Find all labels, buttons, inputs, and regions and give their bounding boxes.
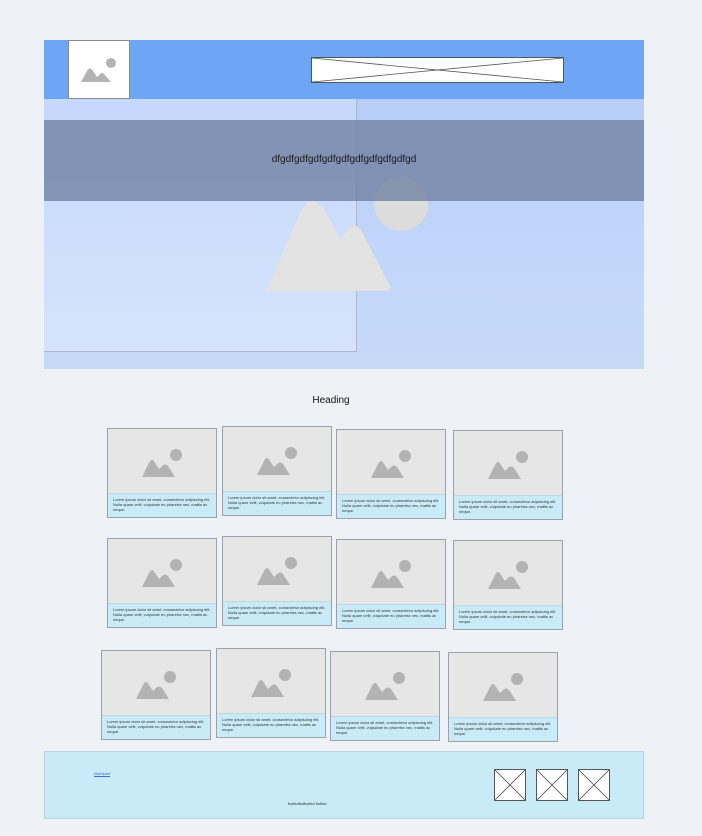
card[interactable]: Lorem ipsum dolor sit amet, consectetur … — [330, 651, 440, 741]
image-placeholder-icon — [371, 450, 411, 478]
card-caption: Lorem ipsum dolor sit amet, consectetur … — [102, 715, 210, 739]
image-placeholder-icon — [136, 671, 176, 699]
social-icon-1[interactable] — [494, 769, 526, 801]
card[interactable]: Lorem ipsum dolor sit amet, consectetur … — [222, 426, 332, 516]
card-image-placeholder — [108, 429, 216, 493]
card-image-placeholder — [108, 539, 216, 603]
card[interactable]: Lorem ipsum dolor sit amet, consectetur … — [216, 648, 326, 738]
card[interactable]: Lorem ipsum dolor sit amet, consectetur … — [336, 539, 446, 629]
image-placeholder-icon — [142, 559, 182, 587]
card-caption: Lorem ipsum dolor sit amet, consectetur … — [217, 713, 325, 737]
logo-image-placeholder[interactable] — [68, 40, 130, 99]
card-image-placeholder — [337, 430, 445, 494]
image-placeholder-icon — [371, 560, 411, 588]
card-caption: Lorem ipsum dolor sit amet, consectetur … — [108, 493, 216, 517]
card-image-placeholder — [217, 649, 325, 713]
image-placeholder-icon — [488, 451, 528, 479]
social-icon-2[interactable] — [536, 769, 568, 801]
card[interactable]: Lorem ipsum dolor sit amet, consectetur … — [336, 429, 446, 519]
card[interactable]: Lorem ipsum dolor sit amet, consectetur … — [101, 650, 211, 740]
footer-link[interactable]: fdsfdsdsf — [94, 771, 110, 776]
card[interactable]: Lorem ipsum dolor sit amet, consectetur … — [107, 428, 217, 518]
social-icon-3[interactable] — [578, 769, 610, 801]
card-caption: Lorem ipsum dolor sit amet, consectetur … — [223, 601, 331, 625]
image-placeholder-icon — [488, 561, 528, 589]
card-caption: Lorem ipsum dolor sit amet, consectetur … — [331, 716, 439, 740]
footer-text: fsdfsdfsdfsdfsd fsdfsd — [288, 801, 327, 806]
image-placeholder-icon — [365, 672, 405, 700]
card-image-placeholder — [449, 653, 557, 717]
card-image-placeholder — [223, 537, 331, 601]
card-caption: Lorem ipsum dolor sit amet, consectetur … — [449, 717, 557, 741]
x-placeholder-icon — [578, 769, 610, 801]
card[interactable]: Lorem ipsum dolor sit amet, consectetur … — [453, 540, 563, 630]
header-banner-placeholder[interactable] — [311, 57, 564, 83]
card-image-placeholder — [454, 541, 562, 605]
card-caption: Lorem ipsum dolor sit amet, consectetur … — [223, 491, 331, 515]
card-image-placeholder — [337, 540, 445, 604]
card[interactable]: Lorem ipsum dolor sit amet, consectetur … — [448, 652, 558, 742]
image-placeholder-icon — [81, 58, 116, 82]
image-placeholder-icon — [257, 557, 297, 585]
card-caption: Lorem ipsum dolor sit amet, consectetur … — [454, 495, 562, 519]
x-placeholder-icon — [494, 769, 526, 801]
card[interactable]: Lorem ipsum dolor sit amet, consectetur … — [107, 538, 217, 628]
card[interactable]: Lorem ipsum dolor sit amet, consectetur … — [222, 536, 332, 626]
card-caption: Lorem ipsum dolor sit amet, consectetur … — [454, 605, 562, 629]
x-placeholder-icon — [311, 57, 564, 83]
card-caption: Lorem ipsum dolor sit amet, consectetur … — [337, 604, 445, 628]
hero-overlay-text: dfgdfgdfgdfgdfgdfgdfgdfgdfgdfgd — [271, 154, 417, 165]
image-placeholder-icon — [251, 669, 291, 697]
image-placeholder-icon — [483, 673, 523, 701]
image-placeholder-icon — [257, 447, 297, 475]
card-caption: Lorem ipsum dolor sit amet, consectetur … — [108, 603, 216, 627]
section-heading: Heading — [312, 395, 350, 406]
image-placeholder-icon — [142, 449, 182, 477]
card-image-placeholder — [223, 427, 331, 491]
card[interactable]: Lorem ipsum dolor sit amet, consectetur … — [453, 430, 563, 520]
card-image-placeholder — [102, 651, 210, 715]
card-image-placeholder — [331, 652, 439, 716]
x-placeholder-icon — [536, 769, 568, 801]
card-caption: Lorem ipsum dolor sit amet, consectetur … — [337, 494, 445, 518]
card-image-placeholder — [454, 431, 562, 495]
